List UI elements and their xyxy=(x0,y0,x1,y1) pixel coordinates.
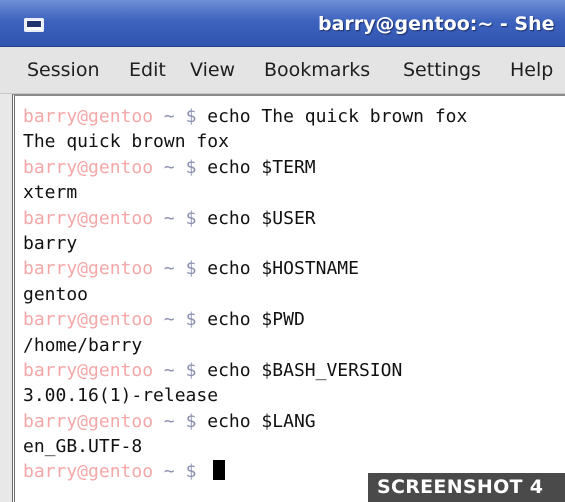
prompt-user-host: barry@gentoo xyxy=(23,359,154,381)
screenshot-label: SCREENSHOT 4 xyxy=(368,473,565,502)
terminal-output[interactable]: barry@gentoo ~ $ echo The quick brown fo… xyxy=(23,104,565,502)
prompt-user-host: barry@gentoo xyxy=(23,156,154,178)
output-line: xterm xyxy=(23,180,565,205)
prompt-path: ~ $ xyxy=(163,106,197,127)
output-text: 3.00.16(1)-release xyxy=(23,385,219,407)
output-text: gentoo xyxy=(23,283,89,305)
menu-settings[interactable]: Settings xyxy=(403,59,481,81)
text-cursor xyxy=(213,460,226,481)
prompt-path: ~ $ xyxy=(163,359,197,381)
menu-bookmarks[interactable]: Bookmarks xyxy=(264,59,370,81)
konsole-window: barry@gentoo:~ - She Session Edit View B… xyxy=(0,0,565,502)
prompt-user-host: barry@gentoo xyxy=(23,461,154,483)
prompt-path: ~ $ xyxy=(163,258,197,280)
command-text: echo $PWD xyxy=(207,309,305,331)
output-text: barry xyxy=(23,232,78,254)
prompt-user-host: barry@gentoo xyxy=(23,106,154,127)
terminal-icon[interactable] xyxy=(24,18,44,32)
command-text: echo $LANG xyxy=(207,410,316,432)
command-line: barry@gentoo ~ $ echo The quick brown fo… xyxy=(23,104,565,129)
menu-session[interactable]: Session xyxy=(27,59,100,81)
menu-edit[interactable]: Edit xyxy=(129,59,166,81)
prompt-user-host: barry@gentoo xyxy=(23,258,154,280)
output-line: barry xyxy=(23,231,565,256)
output-text: xterm xyxy=(23,182,78,204)
menu-help[interactable]: Help xyxy=(510,59,553,81)
prompt-user-host: barry@gentoo xyxy=(23,410,154,432)
prompt-user-host: barry@gentoo xyxy=(23,309,154,331)
command-text: echo The quick brown fox xyxy=(207,106,468,127)
command-text: echo $USER xyxy=(207,207,316,229)
prompt-path: ~ $ xyxy=(163,410,197,432)
command-text: echo $BASH_VERSION xyxy=(207,359,403,381)
command-line: barry@gentoo ~ $ echo $PWD xyxy=(23,307,565,332)
prompt-user-host: barry@gentoo xyxy=(23,207,154,229)
terminal-frame: barry@gentoo ~ $ echo The quick brown fo… xyxy=(12,94,565,502)
window-title: barry@gentoo:~ - She xyxy=(318,13,555,35)
output-line: /home/barry xyxy=(23,333,565,358)
prompt-path: ~ $ xyxy=(163,156,197,178)
menu-bar: Session Edit View Bookmarks Settings Hel… xyxy=(0,47,565,94)
output-text: /home/barry xyxy=(23,334,143,356)
output-line: en_GB.UTF-8 xyxy=(23,434,565,459)
menu-view[interactable]: View xyxy=(190,59,235,81)
prompt-path: ~ $ xyxy=(163,461,197,483)
output-line: 3.00.16(1)-release xyxy=(23,383,565,408)
output-line: gentoo xyxy=(23,282,565,307)
output-text: The quick brown fox xyxy=(23,131,229,153)
command-line: barry@gentoo ~ $ echo $USER xyxy=(23,206,565,231)
command-text: echo $HOSTNAME xyxy=(207,258,359,280)
title-bar[interactable]: barry@gentoo:~ - She xyxy=(0,0,565,47)
output-line: The quick brown fox xyxy=(23,129,565,154)
prompt-path: ~ $ xyxy=(163,309,197,331)
command-line: barry@gentoo ~ $ echo $BASH_VERSION xyxy=(23,358,565,383)
command-text: echo $TERM xyxy=(207,156,316,178)
command-line: barry@gentoo ~ $ echo $LANG xyxy=(23,409,565,434)
prompt-path: ~ $ xyxy=(163,207,197,229)
command-line: barry@gentoo ~ $ echo $HOSTNAME xyxy=(23,256,565,281)
command-line: barry@gentoo ~ $ echo $TERM xyxy=(23,155,565,180)
output-text: en_GB.UTF-8 xyxy=(23,436,143,458)
